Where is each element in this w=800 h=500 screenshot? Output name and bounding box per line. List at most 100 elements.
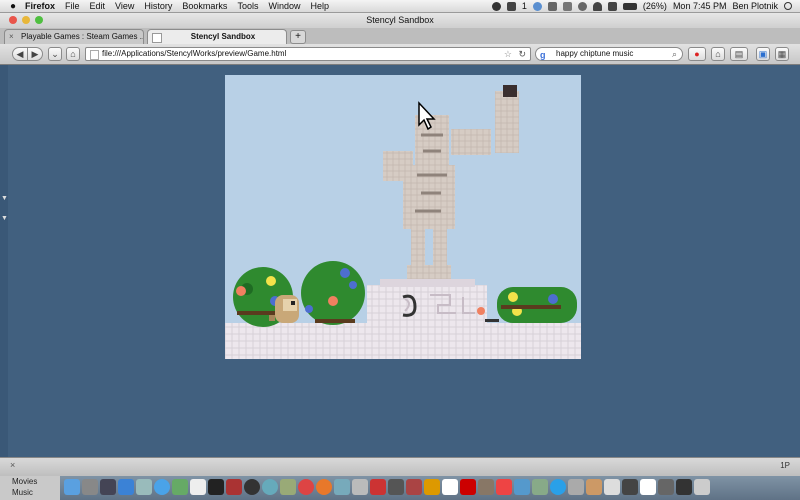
dock-icons [64, 479, 710, 495]
app-icon[interactable] [370, 479, 386, 495]
adium-icon[interactable] [506, 1, 516, 11]
menu-bookmarks[interactable]: Bookmarks [177, 1, 232, 11]
wifi-icon[interactable] [592, 1, 602, 11]
reload-icon[interactable]: ↻ [518, 48, 526, 60]
ical-icon[interactable] [190, 479, 206, 495]
app-icon[interactable] [640, 479, 656, 495]
sidebar-item-music[interactable]: Music [0, 487, 60, 498]
menu-app-name[interactable]: Firefox [20, 1, 60, 11]
spotlight-icon[interactable] [784, 2, 792, 10]
app-icon[interactable] [496, 479, 512, 495]
menu-history[interactable]: History [139, 1, 177, 11]
menu-tools[interactable]: Tools [232, 1, 263, 11]
app-icon[interactable] [334, 479, 350, 495]
time-machine-icon[interactable] [577, 1, 587, 11]
app-icon[interactable] [586, 479, 602, 495]
url-bar[interactable]: file:///Applications/StencylWorks/previe… [85, 47, 531, 61]
clock[interactable]: Mon 7:45 PM [673, 1, 727, 11]
chrome-icon[interactable] [298, 479, 314, 495]
skype-icon[interactable] [550, 479, 566, 495]
tab-label: Playable Games : Steam Games ... [21, 32, 144, 41]
navigation-toolbar: ◀ ▶ ⌄ ⌂ file:///Applications/StencylWork… [0, 44, 800, 65]
forward-button[interactable]: ▶ [27, 47, 43, 61]
tab-playable-games[interactable]: × Playable Games : Steam Games ... [4, 29, 144, 44]
menu-file[interactable]: File [60, 1, 85, 11]
bluetooth-icon[interactable] [562, 1, 572, 11]
app-store-icon[interactable] [118, 479, 134, 495]
pedestal-step [380, 279, 475, 287]
home-page-button[interactable]: ⌂ [66, 47, 80, 61]
sync-icon[interactable] [532, 1, 542, 11]
zoom-window-button[interactable] [35, 16, 43, 24]
volume-icon[interactable] [607, 1, 617, 11]
search-icon[interactable]: ⌕ [672, 48, 677, 60]
page-identity-icon[interactable] [90, 50, 99, 60]
terminal-icon[interactable] [208, 479, 224, 495]
bookmark-star-icon[interactable]: ☆ [504, 48, 512, 60]
app-icon[interactable] [406, 479, 422, 495]
battery-icon[interactable] [622, 2, 637, 10]
new-tab-button[interactable]: + [290, 30, 306, 44]
app-icon[interactable] [532, 479, 548, 495]
stop-addon-button[interactable]: ● [688, 47, 706, 61]
app-icon[interactable] [388, 479, 404, 495]
sidebar-item-movies[interactable]: Movies [0, 476, 60, 487]
app-icon[interactable] [604, 479, 620, 495]
status-menu-icon[interactable] [491, 1, 501, 11]
extension-button[interactable]: ▦ [775, 47, 789, 61]
bush-right [497, 287, 577, 323]
firefox-icon[interactable] [316, 479, 332, 495]
tab-close-icon[interactable]: × [9, 33, 16, 41]
flower [477, 307, 485, 315]
menu-edit[interactable]: Edit [85, 1, 111, 11]
stencyl-icon[interactable] [226, 479, 242, 495]
app-icon[interactable] [622, 479, 638, 495]
statue-pedestal [367, 285, 487, 325]
wifi-status-icon[interactable] [547, 1, 557, 11]
finder-icon[interactable] [64, 479, 80, 495]
minimize-window-button[interactable] [22, 16, 30, 24]
app-icon[interactable] [478, 479, 494, 495]
photo-icon[interactable] [280, 479, 296, 495]
app-icon[interactable] [460, 479, 476, 495]
launchpad-icon[interactable] [82, 479, 98, 495]
app-icon[interactable] [514, 479, 530, 495]
steam-icon[interactable] [244, 479, 260, 495]
mail-icon[interactable] [136, 479, 152, 495]
tab-stencyl-sandbox[interactable]: Stencyl Sandbox [147, 29, 287, 44]
app-icon[interactable] [442, 479, 458, 495]
addon-bar-close-icon[interactable]: × [10, 460, 15, 470]
close-window-button[interactable] [9, 16, 17, 24]
back-button[interactable]: ◀ [12, 47, 28, 61]
app-icon[interactable] [658, 479, 674, 495]
menu-view[interactable]: View [110, 1, 139, 11]
left-edge-scroll: ▼ ▼ [0, 65, 8, 457]
user-name[interactable]: Ben Plotnik [732, 1, 778, 11]
safari-icon[interactable] [154, 479, 170, 495]
app-icon[interactable] [424, 479, 440, 495]
download-button[interactable]: ▣ [756, 47, 770, 61]
mission-control-icon[interactable] [100, 479, 116, 495]
app-icon[interactable] [352, 479, 368, 495]
menu-window[interactable]: Window [263, 1, 305, 11]
tab-label: Stencyl Sandbox [190, 32, 256, 41]
search-engine-icon[interactable]: g [540, 49, 546, 61]
edge-arrow-icon: ▼ [1, 195, 8, 202]
dock: Movies Music [0, 476, 800, 500]
search-bar[interactable]: g happy chiptune music ⌕ [535, 47, 683, 61]
game-canvas[interactable] [225, 75, 581, 359]
battery-percent: (26%) [642, 1, 667, 11]
status-count: 1 [521, 1, 527, 11]
app-icon[interactable] [676, 479, 692, 495]
history-dropdown-button[interactable]: ⌄ [48, 47, 62, 61]
app-icon[interactable] [568, 479, 584, 495]
home-button[interactable]: ⌂ [711, 47, 725, 61]
itunes-icon[interactable] [262, 479, 278, 495]
game-scene [225, 85, 581, 359]
trash-icon[interactable] [694, 479, 710, 495]
browser-window: Stencyl Sandbox × Playable Games : Steam… [0, 12, 800, 477]
apple-menu-icon[interactable]: ● [6, 1, 20, 12]
menu-help[interactable]: Help [305, 1, 334, 11]
sidebar-button[interactable]: ▤ [730, 47, 748, 61]
facetime-icon[interactable] [172, 479, 188, 495]
